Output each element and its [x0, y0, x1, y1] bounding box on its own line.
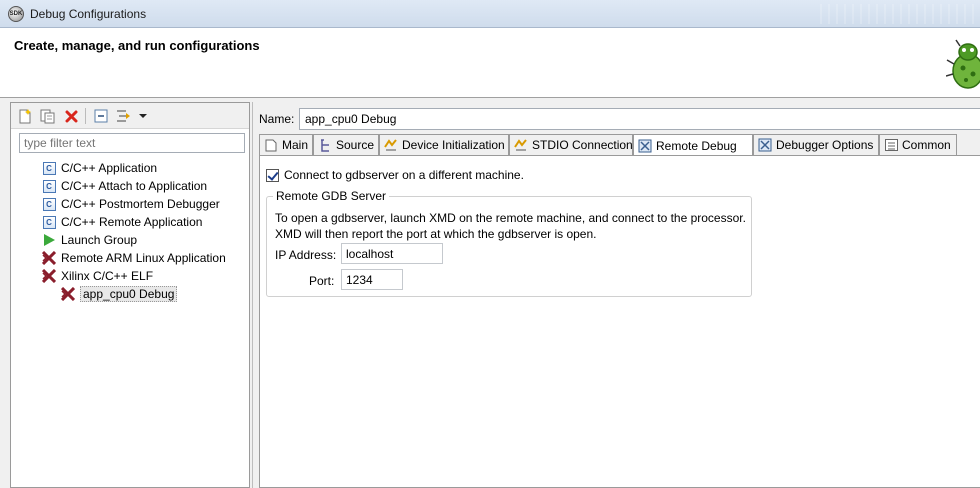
title-bar-decoration	[820, 4, 980, 24]
tree-item-launch-group[interactable]: Launch Group	[41, 231, 137, 249]
tab-stdio-connection[interactable]: STDIO Connection	[509, 134, 633, 155]
tab-main[interactable]: Main	[259, 134, 313, 155]
tree-item-label: Remote ARM Linux Application	[61, 251, 226, 265]
tree-item-label: C/C++ Attach to Application	[61, 179, 208, 193]
group-description: To open a gdbserver, launch XMD on the r…	[275, 210, 751, 242]
xilinx-icon	[60, 286, 76, 302]
port-field[interactable]	[341, 269, 403, 290]
duplicate-icon[interactable]	[39, 108, 55, 124]
dialog-header: Create, manage, and run configurations	[0, 28, 980, 98]
port-label: Port:	[309, 274, 335, 288]
filter-input[interactable]	[19, 133, 245, 153]
description-line-2: XMD will then report the port at which t…	[275, 227, 597, 241]
debug-bug-icon	[946, 39, 980, 89]
debugger-options-icon	[758, 138, 772, 152]
tab-label: Debugger Options	[776, 138, 874, 152]
tree-item-label: app_cpu0 Debug	[80, 286, 178, 302]
sdk-app-icon: SDK	[8, 6, 24, 22]
tab-label: Device Initialization	[402, 138, 505, 152]
remote-debug-tab-content: Connect to gdbserver on a different mach…	[259, 155, 980, 488]
tree-item-c-application[interactable]: C C/C++ Application	[41, 159, 157, 177]
header-title: Create, manage, and run configurations	[14, 38, 260, 53]
window-title-bar: SDK Debug Configurations	[0, 0, 980, 28]
tree-item-app-cpu0-debug[interactable]: app_cpu0 Debug	[60, 285, 178, 303]
configuration-list-panel: C C/C++ Application C C/C++ Attach to Ap…	[10, 102, 250, 488]
name-label: Name:	[259, 112, 295, 126]
toolbar-separator	[85, 108, 86, 124]
tab-bar: Main Source Device Initialization STDIO …	[259, 134, 980, 156]
device-init-icon	[384, 138, 398, 152]
tab-label: Remote Debug	[656, 138, 737, 153]
tab-device-initialization[interactable]: Device Initialization	[379, 134, 509, 155]
c-app-icon: C	[41, 196, 57, 212]
c-app-icon: C	[41, 160, 57, 176]
new-configuration-icon[interactable]	[17, 108, 33, 124]
c-app-icon: C	[41, 214, 57, 230]
checkbox-label: Connect to gdbserver on a different mach…	[284, 168, 524, 182]
tab-label: Source	[336, 138, 375, 152]
main-tab-icon	[264, 138, 278, 152]
tree-item-c-remote[interactable]: C C/C++ Remote Application	[41, 213, 202, 231]
configuration-editor-panel: Name: Main Source Device Initialization …	[252, 102, 980, 488]
collapse-all-icon[interactable]	[93, 108, 109, 124]
xilinx-icon	[41, 250, 57, 266]
tab-debugger-options[interactable]: Debugger Options	[753, 134, 879, 155]
tree-item-c-postmortem[interactable]: C C/C++ Postmortem Debugger	[41, 195, 220, 213]
tree-item-remote-arm-linux[interactable]: Remote ARM Linux Application	[41, 249, 226, 267]
tree-item-label: Xilinx C/C++ ELF	[61, 269, 154, 283]
ip-address-field[interactable]	[341, 243, 443, 264]
common-tab-icon	[884, 138, 898, 152]
dropdown-arrow-icon[interactable]	[135, 108, 151, 124]
tab-remote-debug[interactable]: Remote Debug	[633, 134, 753, 156]
tree-item-label: C/C++ Postmortem Debugger	[61, 197, 220, 211]
filter-icon[interactable]	[115, 108, 131, 124]
tab-common[interactable]: Common	[879, 134, 957, 155]
description-line-1: To open a gdbserver, launch XMD on the r…	[275, 211, 746, 225]
tree-item-label: C/C++ Application	[61, 161, 158, 175]
delete-icon[interactable]	[63, 108, 79, 124]
stdio-icon	[514, 138, 528, 152]
connect-gdbserver-checkbox[interactable]	[266, 168, 279, 182]
tree-item-xilinx-elf[interactable]: Xilinx C/C++ ELF	[41, 267, 153, 285]
group-title: Remote GDB Server	[273, 189, 390, 203]
window-title: Debug Configurations	[30, 7, 147, 21]
tab-label: STDIO Connection	[532, 138, 633, 152]
xilinx-icon	[41, 268, 57, 284]
tree-item-c-attach[interactable]: C C/C++ Attach to Application	[41, 177, 207, 195]
tab-label: Common	[902, 138, 951, 152]
tab-label: Main	[282, 138, 309, 152]
name-field[interactable]	[299, 108, 980, 130]
tab-source[interactable]: Source	[313, 134, 379, 155]
launch-group-icon	[41, 232, 57, 248]
remote-debug-icon	[638, 139, 652, 153]
tree-item-label: C/C++ Remote Application	[61, 215, 203, 229]
c-app-icon: C	[41, 178, 57, 194]
source-tab-icon	[318, 138, 332, 152]
remote-gdb-server-group: Remote GDB Server To open a gdbserver, l…	[266, 189, 752, 297]
ip-address-label: IP Address:	[275, 248, 337, 262]
tree-item-label: Launch Group	[61, 233, 138, 247]
configuration-toolbar	[11, 103, 249, 129]
gdbserver-checkbox-row[interactable]: Connect to gdbserver on a different mach…	[266, 168, 524, 182]
